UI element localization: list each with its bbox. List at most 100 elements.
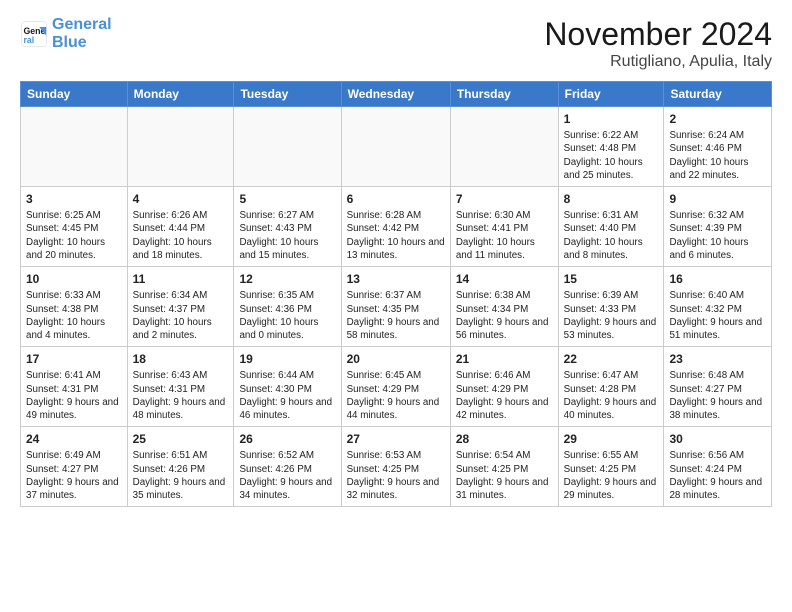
day-number: 18: [133, 351, 229, 367]
header-cell-tuesday: Tuesday: [234, 82, 341, 107]
day-detail: Sunrise: 6:55 AM Sunset: 4:25 PM Dayligh…: [564, 449, 659, 502]
day-detail: Sunrise: 6:24 AM Sunset: 4:46 PM Dayligh…: [669, 129, 766, 182]
calendar-body: 1Sunrise: 6:22 AM Sunset: 4:48 PM Daylig…: [21, 107, 772, 507]
day-detail: Sunrise: 6:32 AM Sunset: 4:39 PM Dayligh…: [669, 209, 766, 262]
day-detail: Sunrise: 6:52 AM Sunset: 4:26 PM Dayligh…: [239, 449, 335, 502]
day-cell: 30 Sunrise: 6:56 AM Sunset: 4:24 PM Dayli…: [664, 427, 772, 507]
day-cell: 12 Sunrise: 6:35 AM Sunset: 4:36 PM Dayli…: [234, 267, 341, 347]
day-cell: 17 Sunrise: 6:41 AM Sunset: 4:31 PM Dayli…: [21, 347, 128, 427]
day-cell: [21, 107, 128, 187]
day-number: 12: [239, 271, 335, 287]
day-number: 17: [26, 351, 122, 367]
day-cell: 16Sunrise: 6:40 AM Sunset: 4:32 PM Dayli…: [664, 267, 772, 347]
week-row-2: 3 Sunrise: 6:25 AM Sunset: 4:45 PM Daylig…: [21, 187, 772, 267]
day-number: 6: [347, 191, 445, 207]
day-number: 10: [26, 271, 122, 287]
day-cell: 5 Sunrise: 6:27 AM Sunset: 4:43 PM Daylig…: [234, 187, 341, 267]
day-number: 20: [347, 351, 445, 367]
day-detail: Sunrise: 6:44 AM Sunset: 4:30 PM Dayligh…: [239, 369, 335, 422]
day-cell: 8Sunrise: 6:31 AM Sunset: 4:40 PM Daylig…: [558, 187, 664, 267]
location-title: Rutigliano, Apulia, Italy: [544, 53, 772, 71]
day-cell: 9 Sunrise: 6:32 AM Sunset: 4:39 PM Daylig…: [664, 187, 772, 267]
day-number: 11: [133, 271, 229, 287]
header-cell-saturday: Saturday: [664, 82, 772, 107]
day-detail: Sunrise: 6:35 AM Sunset: 4:36 PM Dayligh…: [239, 289, 335, 342]
day-detail: Sunrise: 6:49 AM Sunset: 4:27 PM Dayligh…: [26, 449, 122, 502]
month-title: November 2024: [544, 16, 772, 53]
day-cell: 28 Sunrise: 6:54 AM Sunset: 4:25 PM Dayli…: [450, 427, 558, 507]
day-number: 23: [669, 351, 766, 367]
day-cell: 2 Sunrise: 6:24 AM Sunset: 4:46 PM Daylig…: [664, 107, 772, 187]
day-number: 4: [133, 191, 229, 207]
day-number: 26: [239, 431, 335, 447]
week-row-1: 1Sunrise: 6:22 AM Sunset: 4:48 PM Daylig…: [21, 107, 772, 187]
day-cell: 20Sunrise: 6:45 AM Sunset: 4:29 PM Dayli…: [341, 347, 450, 427]
day-detail: Sunrise: 6:38 AM Sunset: 4:34 PM Dayligh…: [456, 289, 553, 342]
day-detail: Sunrise: 6:48 AM Sunset: 4:27 PM Dayligh…: [669, 369, 766, 422]
day-detail: Sunrise: 6:28 AM Sunset: 4:42 PM Dayligh…: [347, 209, 445, 262]
day-cell: 18 Sunrise: 6:43 AM Sunset: 4:31 PM Dayli…: [127, 347, 234, 427]
day-number: 25: [133, 431, 229, 447]
day-cell: [234, 107, 341, 187]
day-detail: Sunrise: 6:51 AM Sunset: 4:26 PM Dayligh…: [133, 449, 229, 502]
day-number: 5: [239, 191, 335, 207]
day-cell: [127, 107, 234, 187]
day-cell: 15 Sunrise: 6:39 AM Sunset: 4:33 PM Dayli…: [558, 267, 664, 347]
day-cell: 1Sunrise: 6:22 AM Sunset: 4:48 PM Daylig…: [558, 107, 664, 187]
day-cell: 19 Sunrise: 6:44 AM Sunset: 4:30 PM Dayli…: [234, 347, 341, 427]
day-cell: 3 Sunrise: 6:25 AM Sunset: 4:45 PM Daylig…: [21, 187, 128, 267]
day-detail: Sunrise: 6:53 AM Sunset: 4:25 PM Dayligh…: [347, 449, 445, 502]
day-detail: Sunrise: 6:56 AM Sunset: 4:24 PM Dayligh…: [669, 449, 766, 502]
day-number: 2: [669, 111, 766, 127]
day-number: 14: [456, 271, 553, 287]
day-number: 21: [456, 351, 553, 367]
day-cell: 26 Sunrise: 6:52 AM Sunset: 4:26 PM Dayli…: [234, 427, 341, 507]
header-cell-wednesday: Wednesday: [341, 82, 450, 107]
day-number: 7: [456, 191, 553, 207]
day-cell: 10 Sunrise: 6:33 AM Sunset: 4:38 PM Dayli…: [21, 267, 128, 347]
page: Gene ral General Blue November 2024 Ruti…: [0, 0, 792, 517]
day-number: 15: [564, 271, 659, 287]
day-number: 29: [564, 431, 659, 447]
day-number: 3: [26, 191, 122, 207]
header-cell-thursday: Thursday: [450, 82, 558, 107]
logo-icon: Gene ral: [20, 20, 48, 48]
day-number: 28: [456, 431, 553, 447]
calendar-header-row: SundayMondayTuesdayWednesdayThursdayFrid…: [21, 82, 772, 107]
day-detail: Sunrise: 6:47 AM Sunset: 4:28 PM Dayligh…: [564, 369, 659, 422]
day-detail: Sunrise: 6:33 AM Sunset: 4:38 PM Dayligh…: [26, 289, 122, 342]
day-cell: 4 Sunrise: 6:26 AM Sunset: 4:44 PM Daylig…: [127, 187, 234, 267]
svg-text:ral: ral: [24, 34, 35, 44]
day-detail: Sunrise: 6:25 AM Sunset: 4:45 PM Dayligh…: [26, 209, 122, 262]
header: Gene ral General Blue November 2024 Ruti…: [20, 16, 772, 71]
day-detail: Sunrise: 6:54 AM Sunset: 4:25 PM Dayligh…: [456, 449, 553, 502]
day-cell: 22 Sunrise: 6:47 AM Sunset: 4:28 PM Dayli…: [558, 347, 664, 427]
day-number: 24: [26, 431, 122, 447]
day-number: 22: [564, 351, 659, 367]
week-row-5: 24 Sunrise: 6:49 AM Sunset: 4:27 PM Dayli…: [21, 427, 772, 507]
day-detail: Sunrise: 6:43 AM Sunset: 4:31 PM Dayligh…: [133, 369, 229, 422]
day-cell: 11Sunrise: 6:34 AM Sunset: 4:37 PM Dayli…: [127, 267, 234, 347]
day-detail: Sunrise: 6:30 AM Sunset: 4:41 PM Dayligh…: [456, 209, 553, 262]
day-detail: Sunrise: 6:26 AM Sunset: 4:44 PM Dayligh…: [133, 209, 229, 262]
day-number: 27: [347, 431, 445, 447]
day-detail: Sunrise: 6:41 AM Sunset: 4:31 PM Dayligh…: [26, 369, 122, 422]
logo-text: General Blue: [52, 16, 112, 51]
day-cell: 21 Sunrise: 6:46 AM Sunset: 4:29 PM Dayli…: [450, 347, 558, 427]
calendar-table: SundayMondayTuesdayWednesdayThursdayFrid…: [20, 81, 772, 507]
day-detail: Sunrise: 6:46 AM Sunset: 4:29 PM Dayligh…: [456, 369, 553, 422]
day-cell: 13Sunrise: 6:37 AM Sunset: 4:35 PM Dayli…: [341, 267, 450, 347]
day-cell: 25 Sunrise: 6:51 AM Sunset: 4:26 PM Dayli…: [127, 427, 234, 507]
week-row-4: 17 Sunrise: 6:41 AM Sunset: 4:31 PM Dayli…: [21, 347, 772, 427]
logo: Gene ral General Blue: [20, 16, 112, 51]
day-cell: 7 Sunrise: 6:30 AM Sunset: 4:41 PM Daylig…: [450, 187, 558, 267]
day-cell: 29 Sunrise: 6:55 AM Sunset: 4:25 PM Dayli…: [558, 427, 664, 507]
day-number: 16: [669, 271, 766, 287]
day-detail: Sunrise: 6:39 AM Sunset: 4:33 PM Dayligh…: [564, 289, 659, 342]
day-detail: Sunrise: 6:27 AM Sunset: 4:43 PM Dayligh…: [239, 209, 335, 262]
day-number: 9: [669, 191, 766, 207]
day-cell: 23 Sunrise: 6:48 AM Sunset: 4:27 PM Dayli…: [664, 347, 772, 427]
day-number: 30: [669, 431, 766, 447]
day-number: 19: [239, 351, 335, 367]
title-area: November 2024 Rutigliano, Apulia, Italy: [544, 16, 772, 71]
